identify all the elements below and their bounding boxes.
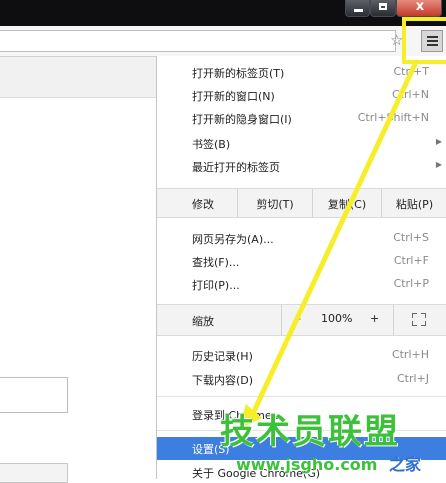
watermark-suffix: 之家 (389, 455, 422, 474)
watermark-url: www.jsgho.com 之家 (236, 451, 421, 475)
watermark-url-text: www.jsgho.com (236, 455, 378, 474)
watermark-logo-text: 技术员联盟 (220, 412, 400, 452)
